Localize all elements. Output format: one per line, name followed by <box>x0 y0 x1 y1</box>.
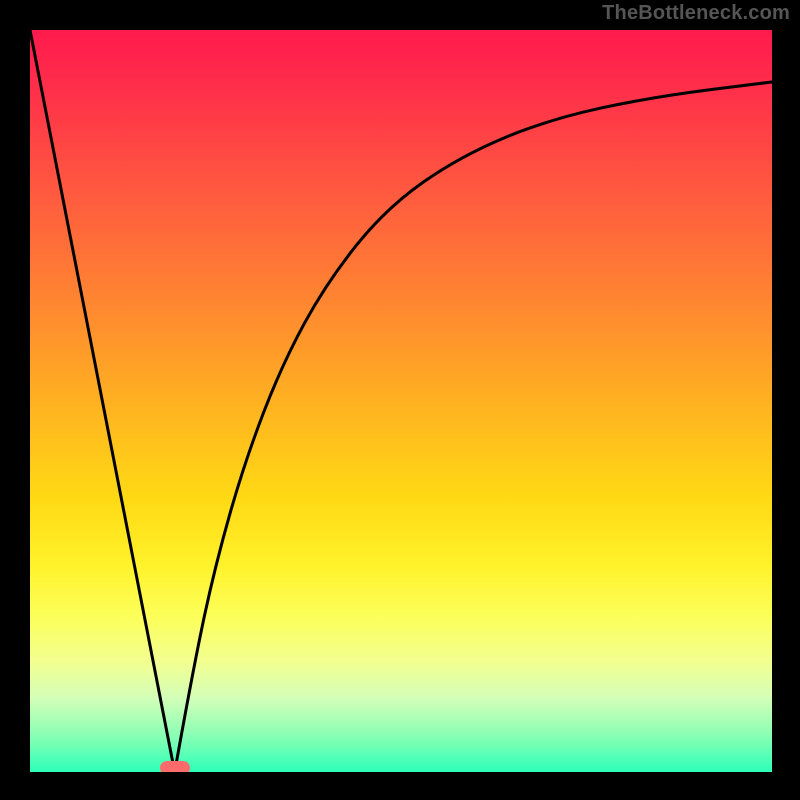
plot-area <box>30 30 772 772</box>
curve-layer <box>30 30 772 772</box>
curve-left <box>30 30 175 772</box>
watermark-text: TheBottleneck.com <box>602 2 790 25</box>
chart-frame: TheBottleneck.com <box>0 0 800 800</box>
curve-right <box>175 82 772 772</box>
minimum-marker <box>160 761 190 772</box>
